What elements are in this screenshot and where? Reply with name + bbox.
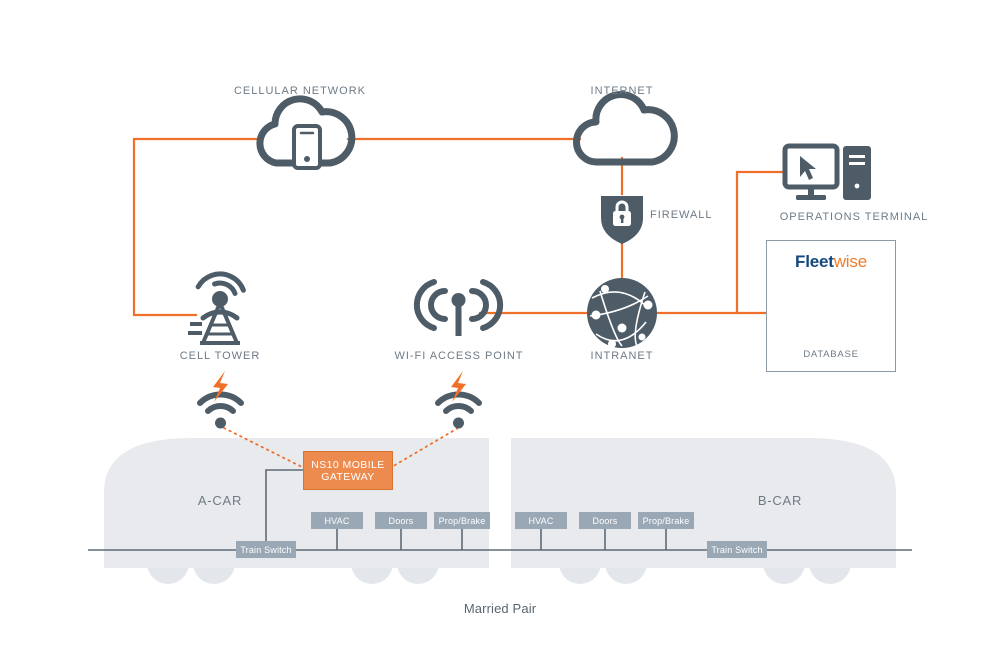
intranet-label: INTRANET <box>590 350 654 362</box>
fleetwise-logo-fleet: Fleet <box>795 252 834 271</box>
firewall-label: FIREWALL <box>650 209 713 221</box>
desktop-computer-icon <box>782 143 871 200</box>
a-car-train-switch: Train Switch <box>236 541 296 558</box>
database-label: DATABASE <box>803 349 859 360</box>
a-car-wifi-signal-icon <box>197 391 244 429</box>
fleetwise-logo: Fleetwise <box>767 252 895 272</box>
gateway-label-line1: NS10 MOBILE <box>311 458 385 471</box>
cellular-network-label: CELLULAR NETWORK <box>234 85 366 97</box>
a-car-system-doors: Doors <box>375 512 427 529</box>
gateway-label-line2: GATEWAY <box>321 470 375 483</box>
wifi-access-point-label: WI-FI ACCESS POINT <box>394 350 524 362</box>
network-diagram-canvas: CELLULAR NETWORK INTERNET FIREWALL OPERA… <box>0 0 1000 667</box>
globe-network-icon <box>587 278 657 348</box>
cloud-icon <box>573 91 678 166</box>
ns10-mobile-gateway-box[interactable]: NS10 MOBILE GATEWAY <box>303 451 393 490</box>
internet-label: INTERNET <box>590 85 654 97</box>
b-car-system-hvac: HVAC <box>515 512 567 529</box>
b-car-wifi-signal-icon <box>435 391 482 429</box>
b-car-name: B-CAR <box>757 493 803 508</box>
cell-tower-label: CELL TOWER <box>179 350 261 362</box>
cloud-with-phone-icon <box>256 95 356 170</box>
cell-tower-icon <box>188 271 248 345</box>
a-car-system-hvac: HVAC <box>311 512 363 529</box>
a-car-system-prop-brake: Prop/Brake <box>434 512 490 529</box>
b-car-system-doors: Doors <box>579 512 631 529</box>
train-graphic <box>104 438 896 584</box>
a-car-name: A-CAR <box>197 493 243 508</box>
shield-lock-icon <box>601 196 643 244</box>
b-car-system-prop-brake: Prop/Brake <box>638 512 694 529</box>
fleetwise-logo-wise: wise <box>833 252 867 271</box>
b-car-train-switch: Train Switch <box>707 541 767 558</box>
operations-terminal-label: OPERATIONS TERMINAL <box>779 211 929 223</box>
married-pair-caption: Married Pair <box>463 601 537 616</box>
wifi-antenna-icon <box>413 279 504 336</box>
database-card: Fleetwise DATABASE <box>766 240 896 372</box>
